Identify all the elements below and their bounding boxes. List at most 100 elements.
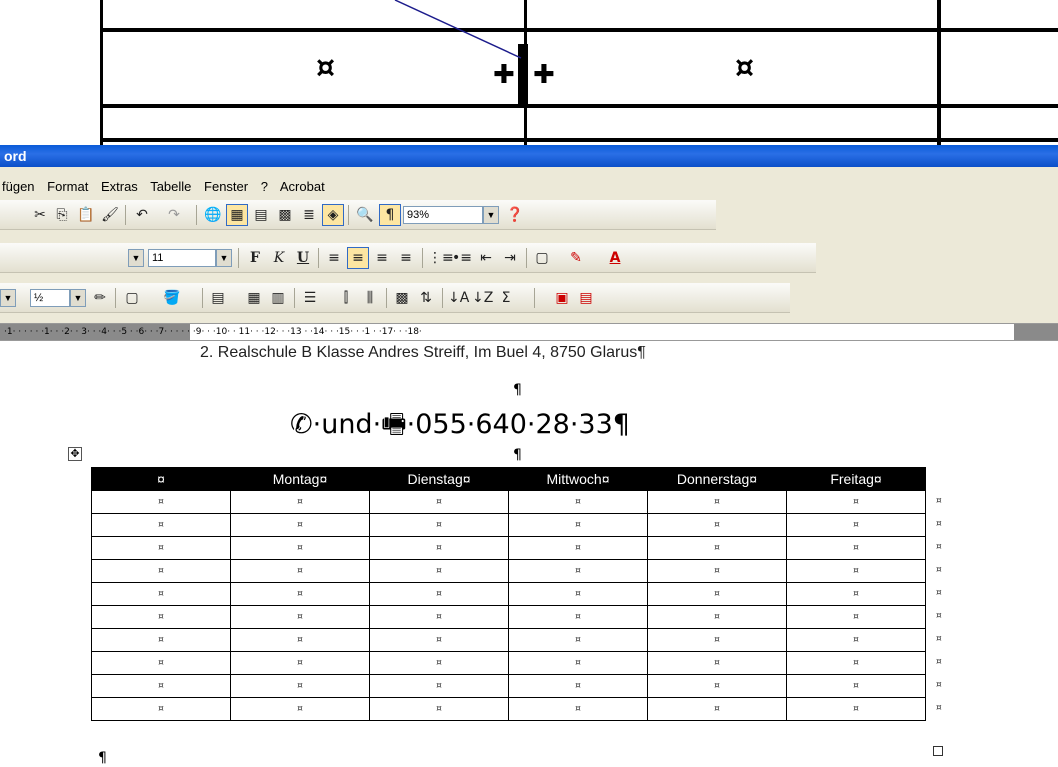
font-size-combo[interactable]: 11 [148,249,216,267]
table-cell[interactable]: ¤ [786,651,926,675]
table-cell[interactable]: ¤ [647,513,787,537]
header-cell[interactable]: Montag¤ [230,467,370,491]
bold-icon[interactable]: F [245,248,265,268]
format-painter-icon[interactable]: 🖌 [100,205,120,225]
table-move-handle-icon[interactable]: ✥ [68,447,82,461]
table-resize-handle[interactable] [933,746,943,756]
table-cell[interactable]: ¤ [786,674,926,698]
paste-icon[interactable]: 📋 [76,205,96,225]
table-cell[interactable]: ¤ [647,605,787,629]
copy-icon[interactable]: ⎘ [52,205,72,225]
line-weight-dropdown-icon[interactable]: ▼ [70,289,86,307]
table-cell[interactable]: ¤ [786,559,926,583]
shading-color-icon[interactable]: 🪣 [162,288,182,308]
table-cell[interactable]: ¤ [369,628,509,652]
table-cell[interactable]: ¤ [647,628,787,652]
menu-table[interactable]: Tabelle [150,179,191,194]
acrobat-pdf-icon[interactable]: ▣ [552,288,572,308]
redo-icon[interactable]: ↷ [164,205,184,225]
table-cell[interactable]: ¤ [369,697,509,721]
line-style-dropdown-icon[interactable]: ▼ [0,289,16,307]
menu-acrobat[interactable]: Acrobat [280,179,325,194]
table-cell[interactable]: ¤ [91,651,231,675]
show-formatting-icon[interactable]: ¶ [379,204,401,226]
undo-icon[interactable]: ↶ [132,205,152,225]
table-cell[interactable]: ¤ [91,536,231,560]
insert-excel-icon[interactable]: ▩ [275,205,295,225]
table-cell[interactable]: ¤ [369,582,509,606]
sort-ascending-icon[interactable]: ↓A [448,288,469,308]
autosum-icon[interactable]: Σ [496,288,516,308]
table-cell[interactable]: ¤ [508,651,648,675]
border-color-icon[interactable]: ✏ [90,288,110,308]
table-cell[interactable]: ¤ [647,559,787,583]
tables-borders-icon[interactable]: ▦ [226,204,248,226]
numbering-icon[interactable]: ⋮≡ [428,248,454,268]
outside-border-icon[interactable]: ▢ [122,288,142,308]
table-cell[interactable]: ¤ [786,697,926,721]
table-cell[interactable]: ¤ [647,536,787,560]
table-cell[interactable]: ¤ [230,513,370,537]
increase-indent-icon[interactable]: ⇥ [500,248,520,268]
drawing-icon[interactable]: ◈ [322,204,344,226]
sort-descending-icon[interactable]: ↓Z [472,288,493,308]
bullets-icon[interactable]: •≡ [452,248,472,268]
table-cell[interactable]: ¤ [91,513,231,537]
table-cell[interactable]: ¤ [786,628,926,652]
zoom-dropdown-icon[interactable]: ▼ [483,206,499,224]
menu-help[interactable]: ? [261,179,268,194]
text-direction-icon[interactable]: ⇅ [416,288,436,308]
justify-icon[interactable]: ≡ [396,248,416,268]
menu-format[interactable]: Format [47,179,88,194]
align-center-icon[interactable]: ≡ [347,247,369,269]
table-cell[interactable]: ¤ [91,582,231,606]
table-cell[interactable]: ¤ [230,628,370,652]
table-cell[interactable]: ¤ [230,559,370,583]
table-cell[interactable]: ¤ [508,674,648,698]
table-cell[interactable]: ¤ [369,674,509,698]
font-color-icon[interactable]: A [605,248,625,268]
help-icon[interactable]: ❓ [505,205,525,225]
split-cells-icon[interactable]: ▥ [268,288,288,308]
distribute-columns-icon[interactable]: ⫼ [360,288,380,308]
table-cell[interactable]: ¤ [647,697,787,721]
table-cell[interactable]: ¤ [369,605,509,629]
table-cell[interactable]: ¤ [508,490,648,514]
horizontal-ruler[interactable]: ·1· · · · · ·1· · ·2· · 3· · ·4· · ·5 · … [0,323,1058,341]
table-cell[interactable]: ¤ [508,605,648,629]
italic-icon[interactable]: K [269,248,289,268]
table-cell[interactable]: ¤ [369,490,509,514]
table-cell[interactable]: ¤ [369,513,509,537]
hyperlink-icon[interactable]: 🌐 [203,205,223,225]
insert-table-icon[interactable]: ▤ [208,288,228,308]
table-cell[interactable]: ¤ [369,559,509,583]
columns-icon[interactable]: ≣ [299,205,319,225]
table-cell[interactable]: ¤ [91,605,231,629]
align-cell-icon[interactable]: ☰ [300,288,320,308]
font-size-dropdown-icon[interactable]: ▼ [216,249,232,267]
window-title[interactable]: ord [0,145,1058,167]
table-cell[interactable]: ¤ [91,490,231,514]
schedule-table[interactable]: ¤ Montag¤ Dienstag¤ Mittwoch¤ Donnerstag… [91,467,926,721]
table-cell[interactable]: ¤ [508,697,648,721]
table-cell[interactable]: ¤ [230,490,370,514]
table-cell[interactable]: ¤ [369,536,509,560]
table-autoformat-icon[interactable]: ▩ [392,288,412,308]
table-cell[interactable]: ¤ [647,651,787,675]
menu-extras[interactable]: Extras [101,179,138,194]
table-cell[interactable]: ¤ [786,513,926,537]
table-cell[interactable]: ¤ [369,651,509,675]
line-weight-combo[interactable]: ½ [30,289,70,307]
header-cell[interactable]: ¤ [91,467,231,491]
menu-window[interactable]: Fenster [204,179,248,194]
table-cell[interactable]: ¤ [786,536,926,560]
table-cell[interactable]: ¤ [230,536,370,560]
highlight-icon[interactable]: ✎ [566,248,586,268]
underline-icon[interactable]: U [293,248,313,268]
table-cell[interactable]: ¤ [786,605,926,629]
table-cell[interactable]: ¤ [230,674,370,698]
table-cell[interactable]: ¤ [91,697,231,721]
table-cell[interactable]: ¤ [230,605,370,629]
menu-insert[interactable]: fügen [2,179,35,194]
decrease-indent-icon[interactable]: ⇤ [476,248,496,268]
